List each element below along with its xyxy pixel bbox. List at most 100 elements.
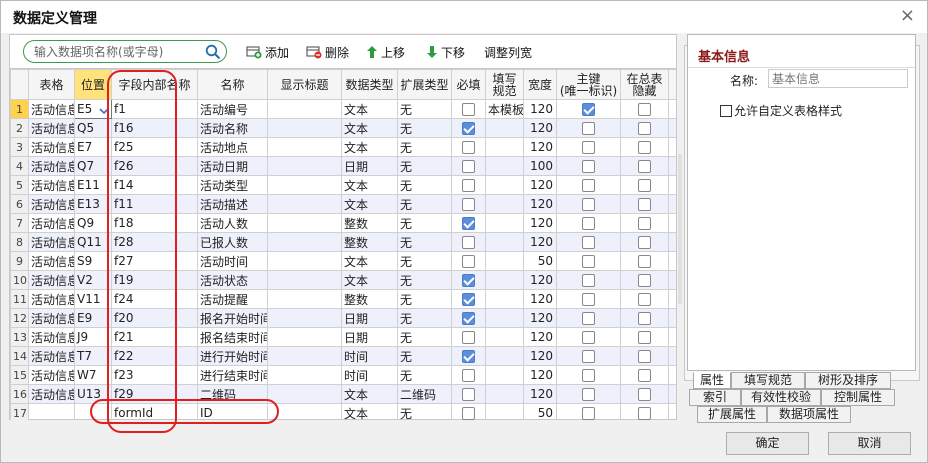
cell-field-name[interactable]: f27: [111, 251, 198, 271]
cell-name[interactable]: 活动类型: [197, 175, 268, 195]
cell-position[interactable]: E11: [74, 175, 112, 195]
cell-field-name[interactable]: f28: [111, 232, 198, 252]
hide-in-summary-checkbox[interactable]: [638, 103, 651, 116]
cell-fill-rule[interactable]: [485, 403, 524, 420]
primary-key-checkbox[interactable]: [582, 198, 595, 211]
cell-width[interactable]: 120: [523, 232, 557, 252]
cell-data-type[interactable]: 时间: [341, 346, 398, 366]
custom-style-checkbox[interactable]: 允许自定义表格样式: [720, 102, 842, 119]
add-button[interactable]: 添加: [246, 43, 289, 61]
cell-field-name[interactable]: f11: [111, 194, 198, 214]
cell-display-title[interactable]: [267, 327, 342, 347]
cell-position[interactable]: J9: [74, 327, 112, 347]
header-name[interactable]: 名称: [197, 69, 268, 100]
cell-data-type[interactable]: 日期: [341, 327, 398, 347]
cell-name[interactable]: 已报人数: [197, 232, 268, 252]
cell-format[interactable]: [668, 137, 676, 157]
hide-in-summary-checkbox[interactable]: [638, 179, 651, 192]
splitter-handle[interactable]: [678, 154, 682, 304]
cell-table[interactable]: 活动信息: [28, 99, 75, 119]
search-icon[interactable]: [205, 44, 221, 60]
required-checkbox[interactable]: [462, 198, 475, 211]
required-checkbox[interactable]: [462, 331, 475, 344]
cell-width[interactable]: 120: [523, 384, 557, 404]
primary-key-checkbox[interactable]: [582, 369, 595, 382]
cell-display-title[interactable]: [267, 403, 342, 420]
table-row[interactable]: 17 formId ID 文本无 50: [10, 403, 676, 420]
cell-table[interactable]: 活动信息: [28, 346, 75, 366]
cell-format[interactable]: [668, 365, 676, 385]
cell-data-type[interactable]: 文本: [341, 118, 398, 138]
cell-format[interactable]: [668, 156, 676, 176]
primary-key-checkbox[interactable]: [582, 274, 595, 287]
cell-width[interactable]: 50: [523, 251, 557, 271]
search-input[interactable]: [34, 44, 204, 59]
hide-in-summary-checkbox[interactable]: [638, 236, 651, 249]
primary-key-checkbox[interactable]: [582, 217, 595, 230]
cell-position[interactable]: [74, 403, 112, 420]
cell-table[interactable]: 活动信息: [28, 308, 75, 328]
primary-key-checkbox[interactable]: [582, 350, 595, 363]
cell-name[interactable]: 活动日期: [197, 156, 268, 176]
cell-format[interactable]: [668, 194, 676, 214]
cell-name[interactable]: 活动地点: [197, 137, 268, 157]
cell-fill-rule[interactable]: [485, 213, 524, 233]
cell-name[interactable]: 活动编号: [197, 99, 268, 119]
tab-tree-sort[interactable]: 树形及排序: [805, 372, 891, 389]
cell-position[interactable]: T7: [74, 346, 112, 366]
cell-position[interactable]: Q9: [74, 213, 112, 233]
hide-in-summary-checkbox[interactable]: [638, 141, 651, 154]
header-primary-key[interactable]: 主键 (唯一标识): [556, 69, 621, 100]
required-checkbox[interactable]: [462, 388, 475, 401]
tab-extended-properties[interactable]: 扩展属性: [697, 406, 767, 423]
cell-ext-type[interactable]: 无: [397, 251, 452, 271]
header-field-name[interactable]: 字段内部名称: [111, 69, 198, 100]
cell-table[interactable]: 活动信息: [28, 365, 75, 385]
delete-button[interactable]: 删除: [306, 43, 349, 61]
cell-display-title[interactable]: [267, 346, 342, 366]
header-width[interactable]: 宽度: [523, 69, 557, 100]
table-row[interactable]: 14 活动信息 T7 f22 进行开始时间 时间无 120: [10, 346, 676, 366]
table-row[interactable]: 16 活动信息 U13 f29 二维码 文本 二维码 120: [10, 384, 676, 404]
close-icon[interactable]: ×: [900, 5, 915, 26]
table-row[interactable]: 6 活动信息 E13 f11 活动描述 文本无 120: [10, 194, 676, 214]
primary-key-checkbox[interactable]: [582, 255, 595, 268]
cell-ext-type[interactable]: 无: [397, 194, 452, 214]
cell-position[interactable]: W7: [74, 365, 112, 385]
hide-in-summary-checkbox[interactable]: [638, 331, 651, 344]
name-field[interactable]: [768, 69, 908, 88]
header-ext-type[interactable]: 扩展类型: [397, 69, 452, 100]
header-fill-rule[interactable]: 填写规范: [485, 69, 524, 100]
cell-field-name[interactable]: f19: [111, 270, 198, 290]
header-data-type[interactable]: 数据类型: [341, 69, 398, 100]
cell-table[interactable]: 活动信息: [28, 384, 75, 404]
cell-data-type[interactable]: 日期: [341, 156, 398, 176]
cell-ext-type[interactable]: 无: [397, 99, 452, 119]
cell-ext-type[interactable]: 无: [397, 137, 452, 157]
cell-fill-rule[interactable]: [485, 270, 524, 290]
table-row[interactable]: 9 活动信息 S9 f27 活动时间 文本无 50: [10, 251, 676, 271]
primary-key-checkbox[interactable]: [582, 103, 595, 116]
cell-field-name[interactable]: f20: [111, 308, 198, 328]
required-checkbox[interactable]: [462, 312, 475, 325]
cell-display-title[interactable]: [267, 99, 342, 119]
cell-table[interactable]: 活动信息: [28, 251, 75, 271]
cell-display-title[interactable]: [267, 289, 342, 309]
cell-table[interactable]: 活动信息: [28, 232, 75, 252]
cell-fill-rule[interactable]: [485, 327, 524, 347]
cell-name[interactable]: 二维码: [197, 384, 268, 404]
primary-key-checkbox[interactable]: [582, 141, 595, 154]
cell-name[interactable]: 进行结束时间: [197, 365, 268, 385]
cell-ext-type[interactable]: 无: [397, 346, 452, 366]
tab-fill-rules[interactable]: 填写规范: [731, 372, 805, 389]
hide-in-summary-checkbox[interactable]: [638, 407, 651, 420]
cell-format[interactable]: [668, 384, 676, 404]
cell-fill-rule[interactable]: [485, 384, 524, 404]
cell-fill-rule[interactable]: [485, 308, 524, 328]
primary-key-checkbox[interactable]: [582, 179, 595, 192]
cell-table[interactable]: 活动信息: [28, 289, 75, 309]
cell-name[interactable]: 活动人数: [197, 213, 268, 233]
cell-name[interactable]: 报名结束时间: [197, 327, 268, 347]
cell-field-name[interactable]: f18: [111, 213, 198, 233]
cell-field-name[interactable]: f1: [111, 99, 198, 119]
